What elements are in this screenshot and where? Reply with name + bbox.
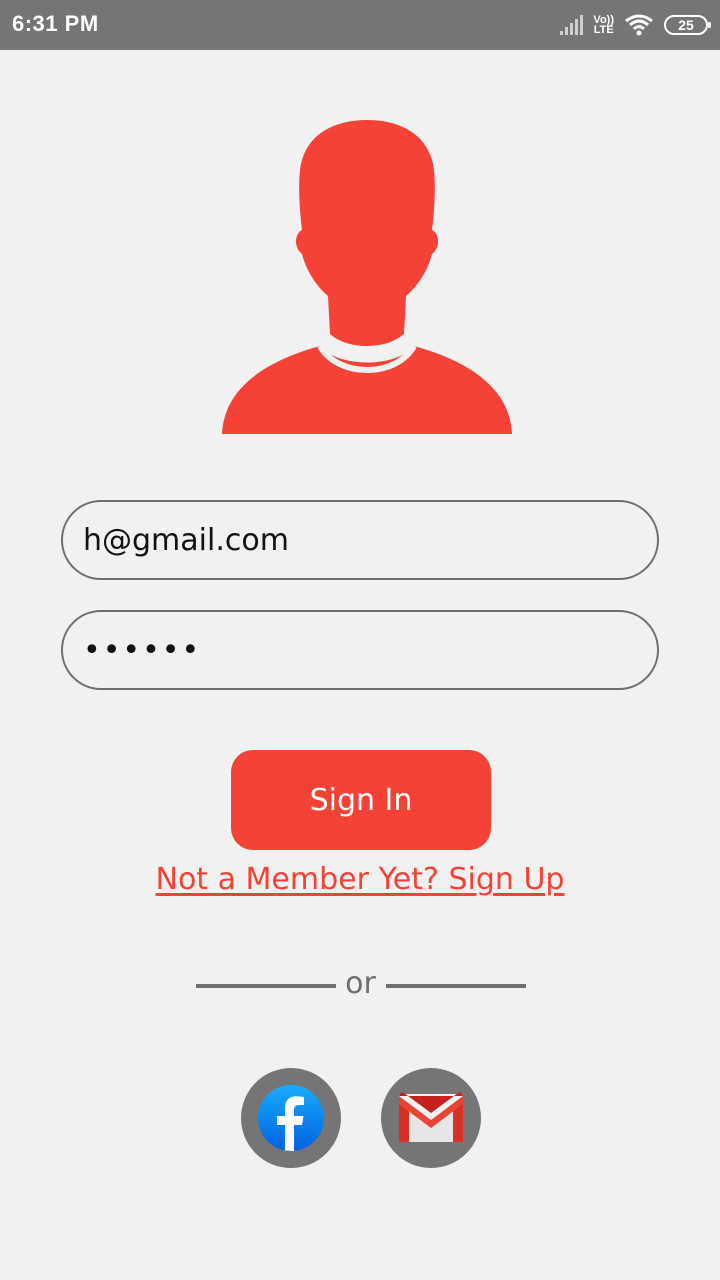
gmail-icon: [399, 1092, 463, 1142]
volte-bottom-text: LTE: [593, 24, 614, 36]
divider-line-left: [196, 984, 336, 988]
divider-label: or: [345, 966, 376, 1001]
wifi-icon: [625, 14, 653, 36]
volte-icon: Vo)) LTE: [593, 15, 614, 36]
password-field[interactable]: [61, 610, 659, 690]
status-bar: 6:31 PM Vo)) LTE 25: [0, 0, 720, 50]
signup-link[interactable]: Not a Member Yet? Sign Up: [0, 862, 720, 897]
status-time: 6:31 PM: [12, 11, 99, 36]
gmail-login-button[interactable]: [381, 1068, 481, 1168]
battery-icon: 25: [664, 15, 711, 35]
user-avatar-icon: [222, 120, 512, 434]
signal-icon: [560, 15, 584, 35]
status-icons: Vo)) LTE 25: [560, 10, 711, 40]
battery-level: 25: [678, 17, 694, 33]
divider-line-right: [386, 984, 526, 988]
facebook-icon: [258, 1085, 324, 1151]
facebook-login-button[interactable]: [241, 1068, 341, 1168]
email-field[interactable]: [61, 500, 659, 580]
sign-in-button[interactable]: Sign In: [231, 750, 491, 850]
